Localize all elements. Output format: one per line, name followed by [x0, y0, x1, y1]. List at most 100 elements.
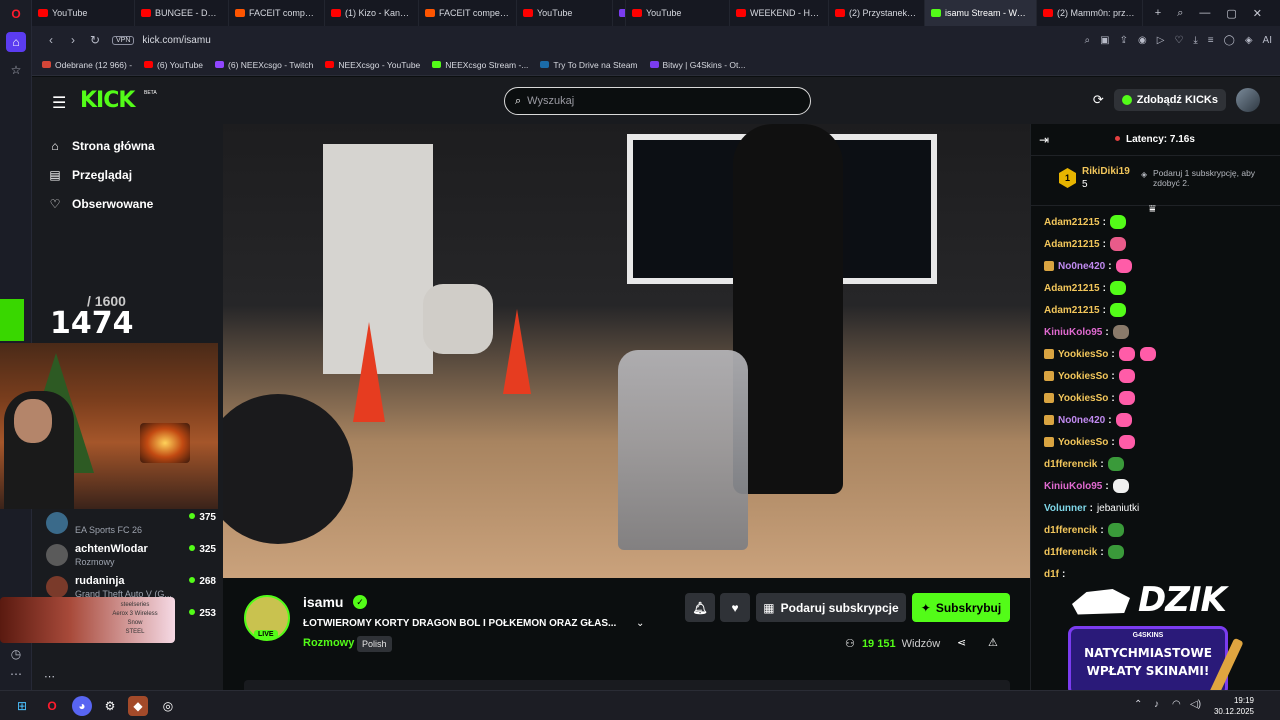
search-tabs-icon[interactable]: ⌕	[1177, 7, 1183, 20]
steelseries-ad[interactable]: steelseries Aerox 3 Wireless Snow STEEL	[0, 597, 175, 643]
new-tab-icon[interactable]: +	[1155, 7, 1161, 20]
report-icon[interactable]: ⚠	[988, 636, 998, 649]
chat-username[interactable]: No0ne420	[1058, 415, 1105, 426]
camera-icon[interactable]: ▣	[1100, 35, 1109, 46]
extension-icon[interactable]: ◈	[1245, 35, 1253, 46]
sidebar-item-browse[interactable]: ▤ Przeglądaj	[48, 168, 132, 182]
chat-username[interactable]: YookiesSo	[1058, 349, 1108, 360]
close-icon[interactable]: ✕	[1253, 7, 1262, 20]
get-kicks-button[interactable]: Zdobądź KICKs	[1113, 89, 1226, 111]
obs-icon[interactable]: ◎	[158, 696, 178, 716]
star-icon[interactable]: ☆	[6, 60, 26, 80]
browser-tab[interactable]: FACEIT competitive m	[419, 0, 517, 26]
browser-tab[interactable]: (2) Przystanek Lomba	[829, 0, 925, 26]
microphone-icon[interactable]: ♪	[1154, 699, 1159, 710]
chat-username[interactable]: YookiesSo	[1058, 393, 1108, 404]
bookmark-item[interactable]: NEEXcsgo Stream -...	[432, 60, 528, 70]
gifter-name[interactable]: RikiDiki19	[1082, 166, 1130, 177]
bookmark-item[interactable]: Try To Drive na Steam	[540, 60, 638, 70]
kick-logo[interactable]: KICK	[80, 88, 135, 113]
language-tag[interactable]: Polish	[357, 636, 392, 652]
menu-icon[interactable]: ☰	[52, 93, 66, 113]
chat-username[interactable]: Adam21215	[1044, 305, 1100, 316]
chat-username[interactable]: YookiesSo	[1058, 437, 1108, 448]
heart-icon[interactable]: ♡	[1174, 35, 1183, 46]
bookmark-item[interactable]: (6) YouTube	[144, 60, 203, 70]
bookmark-item[interactable]: NEEXcsgo - YouTube	[325, 60, 420, 70]
subscribe-button[interactable]: ✦ Subskrybuj	[912, 593, 1010, 622]
browser-tab[interactable]: (2) Mamm0n: przyjem	[1037, 0, 1143, 26]
discord-icon[interactable]: ◕	[72, 696, 92, 716]
sidebar-channel[interactable]: achtenWlodar Rozmowy 325	[46, 542, 216, 574]
sidebar-item-following[interactable]: ♡ Obserwowane	[48, 197, 154, 211]
gift-sub-button[interactable]: ▦ Podaruj subskrypcje	[756, 593, 906, 622]
bookmark-item[interactable]: (6) NEEXcsgo - Twitch	[215, 60, 313, 70]
chevron-down-icon[interactable]: ⌄	[636, 618, 644, 629]
search-icon[interactable]: ⌕	[1085, 35, 1091, 46]
chat-username[interactable]: YookiesSo	[1058, 371, 1108, 382]
browser-tab[interactable]: isamu Stream - Watch	[925, 0, 1037, 26]
bookmark-item[interactable]: Odebrane (12 966) -	[42, 60, 132, 70]
sidebar-channel[interactable]: EA Sports FC 26 375	[46, 510, 216, 542]
maximize-icon[interactable]: ▢	[1226, 7, 1236, 20]
browser-tab[interactable]	[613, 0, 626, 26]
app-icon[interactable]: ◆	[128, 696, 148, 716]
chat-username[interactable]: Volunner	[1044, 503, 1087, 514]
collapse-chat-icon[interactable]: ⇥	[1039, 133, 1049, 147]
shield-icon[interactable]: ◉	[1138, 35, 1147, 46]
volume-icon[interactable]: ◁)	[1190, 699, 1201, 710]
url-field[interactable]: kick.com/isamu	[142, 35, 210, 46]
home-icon[interactable]: ⌂	[6, 32, 26, 52]
sidebar-item-home[interactable]: ⌂ Strona główna	[48, 139, 154, 153]
stream-category[interactable]: Rozmowy	[303, 637, 354, 649]
chat-username[interactable]: Adam21215	[1044, 239, 1100, 250]
browser-tab[interactable]: YouTube	[517, 0, 613, 26]
share-icon[interactable]: ⇪	[1120, 35, 1128, 46]
browser-tab[interactable]: YouTube	[32, 0, 135, 26]
menu-icon[interactable]: ≡	[1208, 35, 1214, 46]
opera-logo-icon[interactable]: O	[6, 4, 26, 24]
chat-username[interactable]: Adam21215	[1044, 283, 1100, 294]
opera-icon[interactable]: O	[42, 696, 62, 716]
reload-icon[interactable]: ↻	[84, 33, 106, 47]
notifications-button[interactable]: 🔔︎	[685, 593, 715, 622]
bookmark-item[interactable]: Bitwy | G4Skins - Ot...	[649, 60, 746, 70]
minimize-icon[interactable]: —	[1199, 7, 1210, 20]
chat-username[interactable]: d1fferencik	[1044, 525, 1097, 536]
play-icon[interactable]: ▷	[1157, 35, 1165, 46]
chat-username[interactable]: KiniuKolo95	[1044, 327, 1102, 338]
ai-icon[interactable]: AI	[1263, 35, 1272, 46]
browser-tab[interactable]: YouTube	[626, 0, 730, 26]
windows-start-icon[interactable]: ⊞	[12, 696, 32, 716]
download-icon[interactable]: ⤓	[1193, 35, 1197, 46]
steam-icon[interactable]: ⚙	[100, 696, 120, 716]
clock[interactable]: 19:19 30.12.2025	[1212, 695, 1254, 717]
more-icon[interactable]: ⋯	[6, 664, 26, 684]
chat-username[interactable]: d1fferencik	[1044, 547, 1097, 558]
chevron-up-icon[interactable]: ⌃	[1134, 699, 1142, 710]
vpn-badge[interactable]: VPN	[112, 35, 135, 45]
video-player[interactable]	[223, 124, 1030, 578]
chat-username[interactable]: Adam21215	[1044, 217, 1100, 228]
profile-icon[interactable]: ◯	[1224, 35, 1235, 46]
history-icon[interactable]: ◷	[6, 644, 26, 664]
chat-username[interactable]: d1fferencik	[1044, 459, 1097, 470]
browser-tab[interactable]: (1) Kizo - Kanclerz ale	[325, 0, 419, 26]
follow-button[interactable]: ♥	[720, 593, 750, 622]
pinned-icon[interactable]: ⩸	[1149, 203, 1156, 216]
chat-username[interactable]: KiniuKolo95	[1044, 481, 1102, 492]
rewards-icon[interactable]: ⟳	[1093, 92, 1104, 108]
back-icon[interactable]: ‹	[40, 33, 62, 47]
user-avatar[interactable]	[1236, 88, 1260, 112]
browser-tab[interactable]: WEEKEND - Halo tu L	[730, 0, 829, 26]
browser-tab[interactable]: FACEIT competitive m	[229, 0, 325, 26]
more-icon[interactable]: ⋯	[44, 670, 55, 683]
forward-icon[interactable]: ›	[62, 33, 84, 47]
promo-banner[interactable]: G4SKINS NATYCHMIASTOWE WPŁATY SKINAMI!	[1068, 626, 1244, 699]
wifi-icon[interactable]: ◠	[1172, 699, 1181, 710]
chat-username[interactable]: No0ne420	[1058, 261, 1105, 272]
streamer-name[interactable]: isamu	[303, 594, 343, 610]
share-icon[interactable]: ⋖	[957, 636, 966, 649]
browser-tab[interactable]: BUNGEE - DZYŃ DZYŃ	[135, 0, 229, 26]
chat-username[interactable]: d1f	[1044, 569, 1059, 580]
